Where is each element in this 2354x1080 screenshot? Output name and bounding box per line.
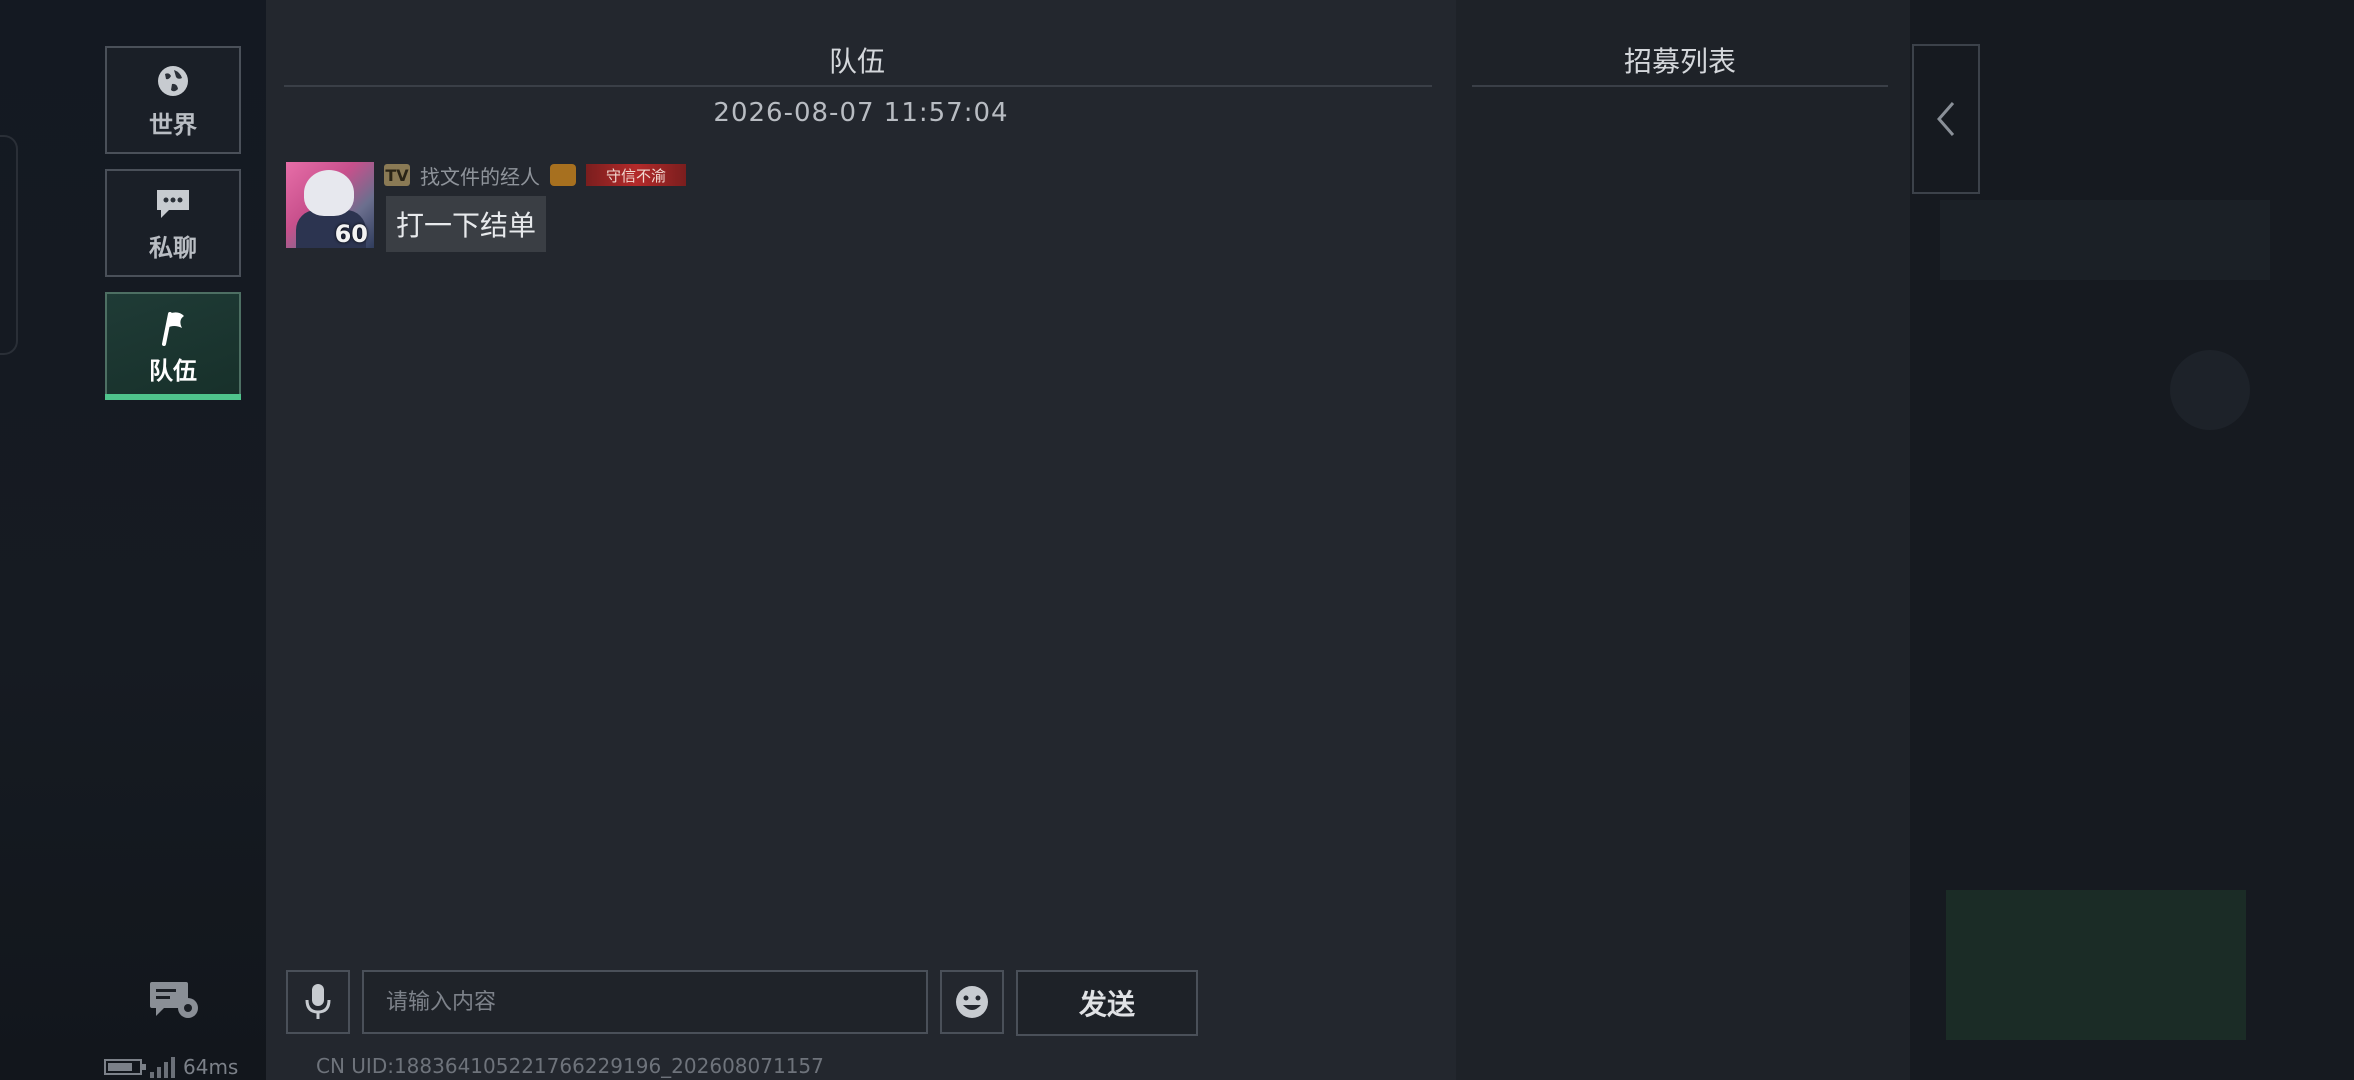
honor-tag: 守信不渝	[586, 164, 687, 186]
tv-badge: TV	[384, 164, 410, 186]
edge-handle[interactable]	[0, 135, 18, 355]
sender-name[interactable]: 找文件的经人	[420, 161, 540, 190]
send-button[interactable]: 发送	[1016, 970, 1198, 1036]
message-bubble: 打一下结单	[386, 196, 547, 252]
chat-settings-icon[interactable]	[148, 978, 200, 1022]
tab-world[interactable]: 世界	[105, 46, 241, 154]
recruit-panel: 招募列表	[1456, 0, 1910, 1080]
player-level: 60	[334, 220, 368, 248]
battery-icon	[104, 1059, 146, 1075]
background-highlight	[1946, 890, 2246, 1040]
tab-world-label: 世界	[149, 110, 197, 139]
tab-private[interactable]: 私聊	[105, 169, 241, 277]
uid-text: CN UID:188364105221766229196_20260807115…	[316, 1054, 824, 1078]
rank-badge-icon	[550, 164, 576, 186]
ping-text: 64ms	[183, 1055, 239, 1079]
signal-icon	[150, 1056, 175, 1078]
status-bar: 64ms	[104, 1054, 238, 1080]
tab-team-label: 队伍	[149, 356, 197, 385]
emoji-icon	[956, 986, 988, 1018]
collapse-button[interactable]	[1912, 44, 1980, 194]
recruit-divider	[1472, 85, 1888, 87]
chat-panel: 队伍 2026-08-07 11:57:04 60 TV 找文件的经人 守信不渝…	[266, 0, 1456, 1080]
avatar[interactable]: 60	[286, 162, 374, 248]
message-timestamp: 2026-08-07 11:57:04	[713, 98, 1009, 128]
left-rail	[0, 0, 266, 1080]
globe-icon	[153, 61, 193, 101]
flag-icon	[153, 307, 193, 347]
message-input[interactable]	[362, 970, 928, 1034]
chat-divider	[284, 85, 1432, 87]
chat-bubble-icon	[153, 184, 193, 224]
background-blur	[2170, 350, 2250, 430]
tab-team[interactable]: 队伍	[105, 292, 241, 400]
sender-row: TV 找文件的经人 守信不渝	[384, 161, 687, 190]
recruit-title: 招募列表	[1624, 45, 1737, 78]
tab-private-label: 私聊	[149, 233, 197, 262]
emoji-button[interactable]	[940, 970, 1004, 1034]
voice-button[interactable]	[286, 970, 350, 1034]
background-blur	[1940, 200, 2270, 280]
chevron-left-icon	[1937, 102, 1955, 136]
microphone-icon	[305, 984, 331, 1019]
chat-title: 队伍	[829, 45, 886, 78]
